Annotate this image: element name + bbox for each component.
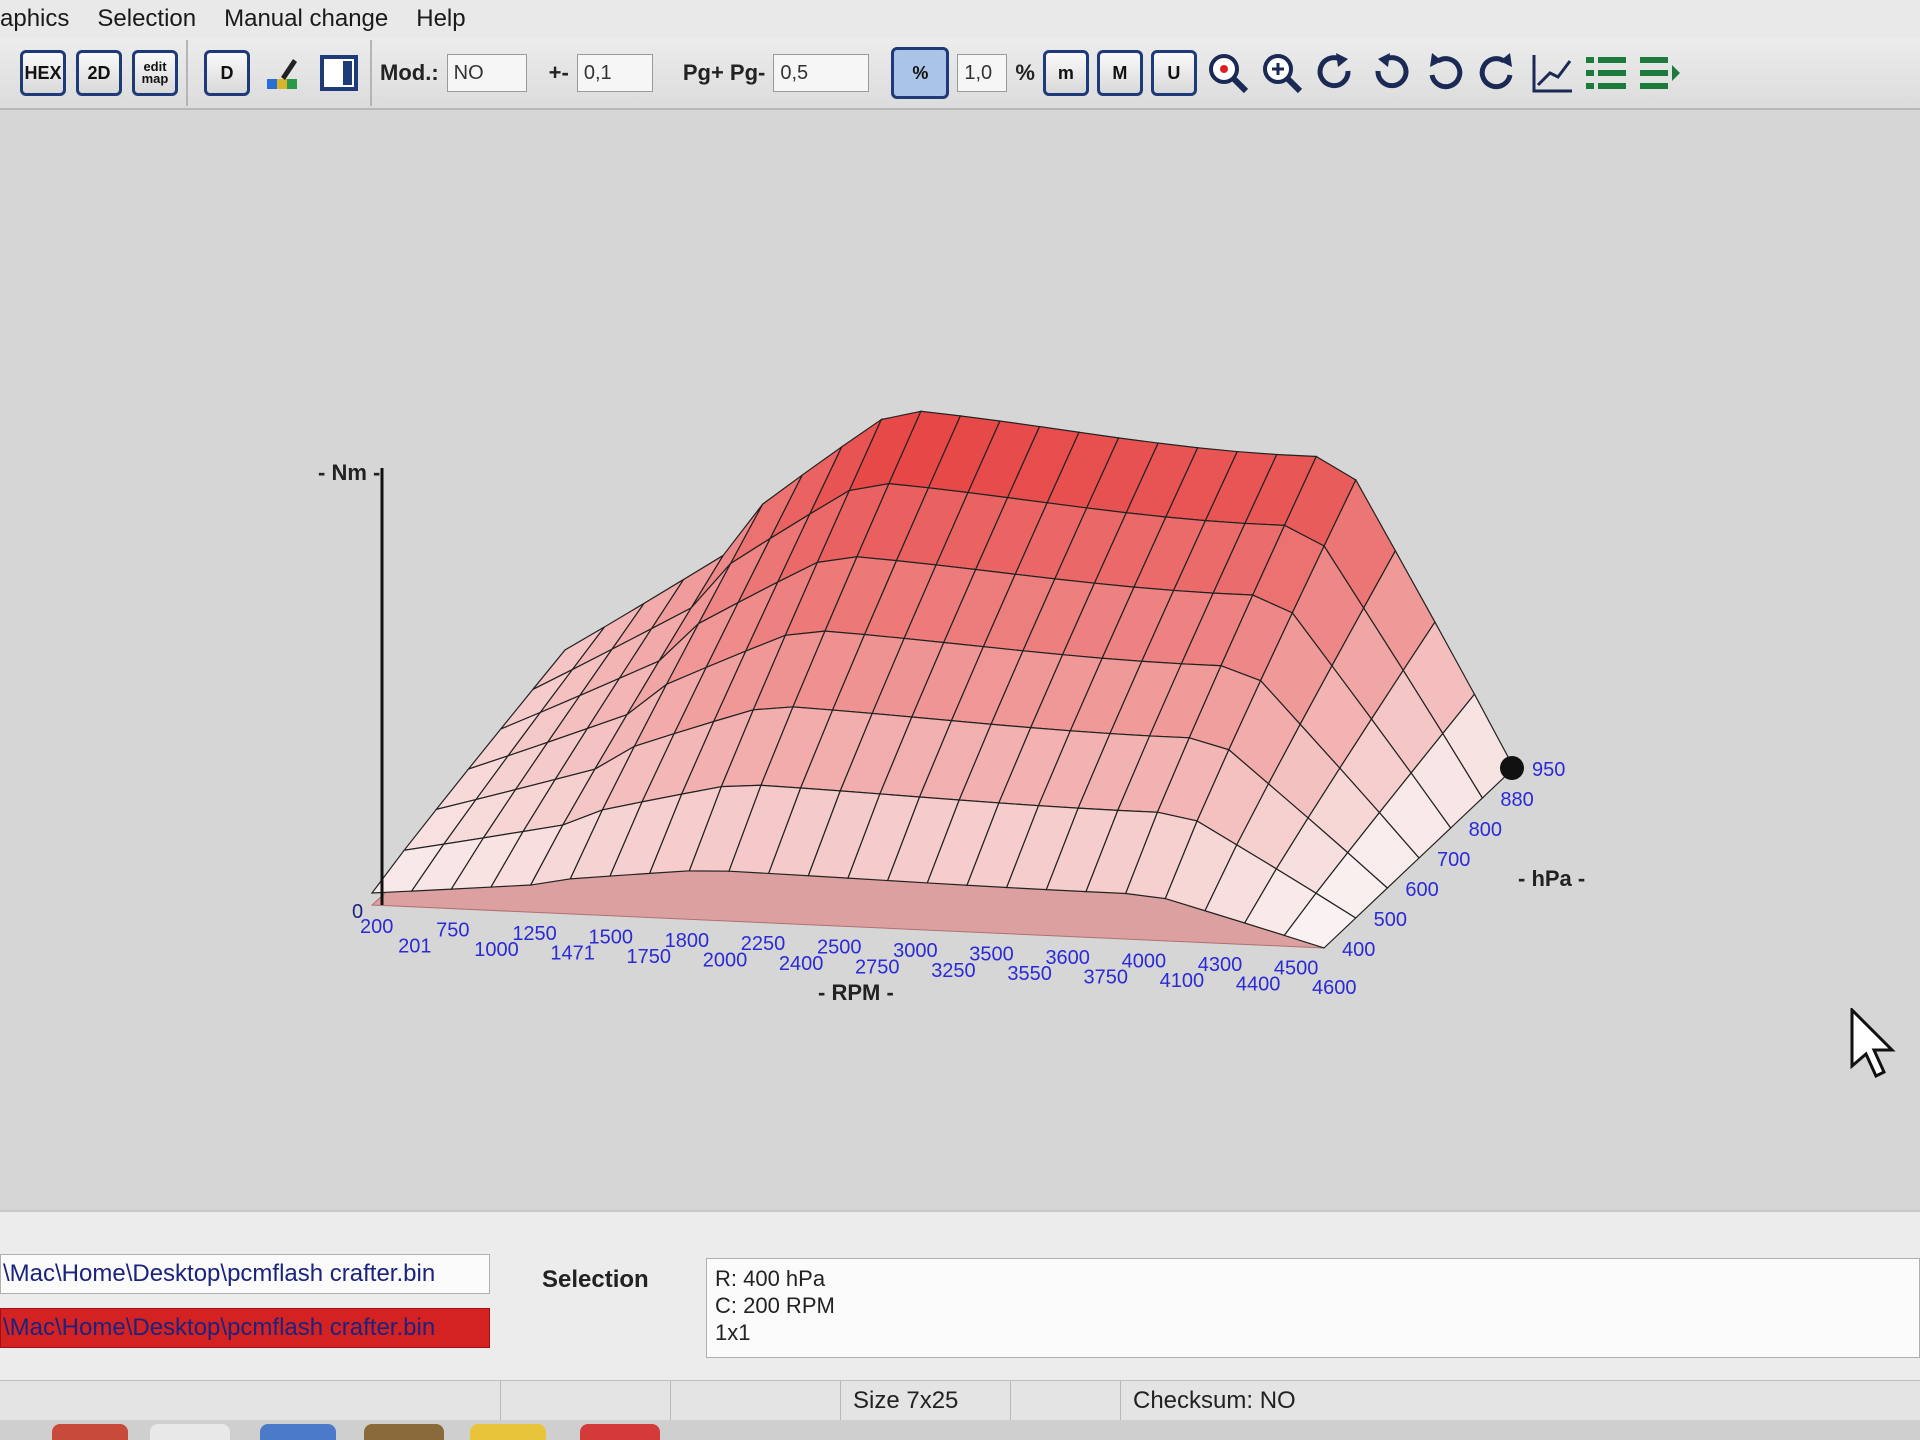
hpa-tick-label: 700 [1437, 849, 1470, 871]
status-seg-empty-2 [670, 1381, 840, 1421]
menu-manual-change[interactable]: Manual change [210, 5, 402, 33]
hpa-tick-label: 950 [1532, 759, 1565, 781]
rpm-tick-label: 2250 [741, 933, 786, 955]
status-checksum: Checksum: NO [1120, 1381, 1920, 1421]
page-step-field[interactable]: 0,5 [773, 54, 870, 92]
rotate-left-icon[interactable] [1367, 50, 1413, 96]
bottom-panel: \Mac\Home\Desktop\pcmflash crafter.bin \… [0, 1210, 1920, 1382]
rpm-tick-label: 200 [360, 916, 393, 938]
mouse-cursor-icon [1850, 1006, 1900, 1083]
zoom-in-icon[interactable] [1259, 50, 1305, 96]
mod-label: Mod.: [380, 60, 439, 85]
m-upper-button[interactable]: M [1096, 50, 1143, 96]
y-axis-label: - hPa - [1518, 866, 1585, 891]
rpm-tick-label: 750 [436, 919, 469, 941]
rpm-tick-label: 3500 [969, 944, 1014, 966]
dock-app-icon[interactable] [52, 1424, 128, 1440]
step-field[interactable]: 0,1 [576, 54, 653, 92]
list-outdent-icon[interactable] [1637, 50, 1683, 96]
status-seg-empty-3 [1010, 1381, 1120, 1421]
x-axis-label: - RPM - [818, 980, 894, 1005]
rpm-tick-label: 3600 [1045, 947, 1090, 969]
dock-app-icon[interactable] [150, 1424, 230, 1440]
rpm-tick-label: 4500 [1274, 957, 1319, 979]
dock-app-icon[interactable] [260, 1424, 336, 1440]
rpm-tick-label: 4300 [1198, 954, 1243, 976]
menu-help[interactable]: Help [402, 5, 479, 33]
hpa-tick-label: 400 [1342, 939, 1375, 961]
rpm-tick-label: 1800 [665, 930, 710, 952]
selection-row: R: 400 hPa [715, 1266, 826, 1291]
surface-chart[interactable]: - Nm -0200201750100012501471150017501800… [0, 112, 1920, 1212]
dock-app-icon[interactable] [364, 1424, 444, 1440]
hpa-tick-label: 800 [1469, 819, 1502, 841]
zoom-out-icon[interactable] [1205, 50, 1251, 96]
z-axis-label: - Nm - [318, 460, 380, 485]
u-button[interactable]: U [1150, 50, 1197, 96]
menu-selection[interactable]: Selection [83, 5, 210, 33]
file-path-modified[interactable]: \Mac\Home\Desktop\pcmflash crafter.bin [0, 1308, 490, 1348]
hpa-tick-label: 880 [1500, 789, 1533, 811]
rpm-tick-label: 201 [398, 936, 431, 958]
panel-toggle-icon[interactable] [316, 50, 362, 96]
rpm-tick-label: 2500 [817, 937, 862, 959]
status-size: Size 7x25 [840, 1381, 1010, 1421]
2d-view-button[interactable]: 2D [76, 50, 122, 96]
selection-label: Selection [542, 1266, 649, 1293]
rpm-tick-label: 3000 [893, 940, 938, 962]
color-picker-icon[interactable] [260, 50, 306, 96]
selection-info: R: 400 hPa C: 200 RPM 1x1 [706, 1258, 1920, 1358]
menu-graphics[interactable]: aphics [0, 5, 83, 33]
dock [0, 1420, 1920, 1440]
rpm-tick-label: 1250 [512, 923, 557, 945]
rotate-right-icon[interactable] [1313, 50, 1359, 96]
toolbar: HEX 2D edit map D Mod.: NO +- 0,1 Pg+ Pg… [0, 38, 1920, 110]
selection-marker-icon [1500, 756, 1524, 780]
rotate-ccw-icon[interactable] [1421, 50, 1467, 96]
percent-mode-button[interactable]: % [891, 47, 950, 99]
factor-unit: % [1015, 60, 1035, 85]
dock-app-icon[interactable] [580, 1424, 660, 1440]
mod-field[interactable]: NO [446, 54, 527, 92]
view-mode-group: HEX 2D edit map [12, 40, 188, 106]
selection-col: C: 200 RPM [715, 1293, 835, 1318]
rpm-tick-label: 4600 [1312, 977, 1357, 999]
tools-group: D [196, 40, 372, 106]
selection-size: 1x1 [715, 1320, 751, 1345]
status-seg-empty-1 [500, 1381, 670, 1421]
edit-map-button[interactable]: edit map [132, 50, 178, 96]
list-indent-icon[interactable] [1583, 50, 1629, 96]
factor-field[interactable]: 1,0 [957, 54, 1008, 92]
hex-view-button[interactable]: HEX [20, 50, 66, 96]
graph-icon[interactable] [1529, 50, 1575, 96]
menu-bar: aphics Selection Manual change Help [0, 0, 1920, 38]
hpa-tick-label: 500 [1374, 909, 1407, 931]
plusminus-label: +- [548, 60, 569, 85]
m-lower-button[interactable]: m [1042, 50, 1089, 96]
file-path-original[interactable]: \Mac\Home\Desktop\pcmflash crafter.bin [0, 1254, 490, 1294]
chart-area: - Nm -0 200 201 750 1000 1250 1471 1500 1750 1800… [0, 112, 1920, 1212]
dock-app-icon[interactable] [470, 1424, 546, 1440]
rpm-tick-label: 1500 [588, 926, 633, 948]
d-button[interactable]: D [204, 50, 250, 96]
pgpg-label: Pg+ Pg- [682, 60, 766, 85]
hpa-tick-label: 600 [1405, 879, 1438, 901]
rpm-tick-label: 4000 [1122, 950, 1167, 972]
status-bar: Size 7x25 Checksum: NO [0, 1380, 1920, 1421]
rotate-cw-icon[interactable] [1475, 50, 1521, 96]
